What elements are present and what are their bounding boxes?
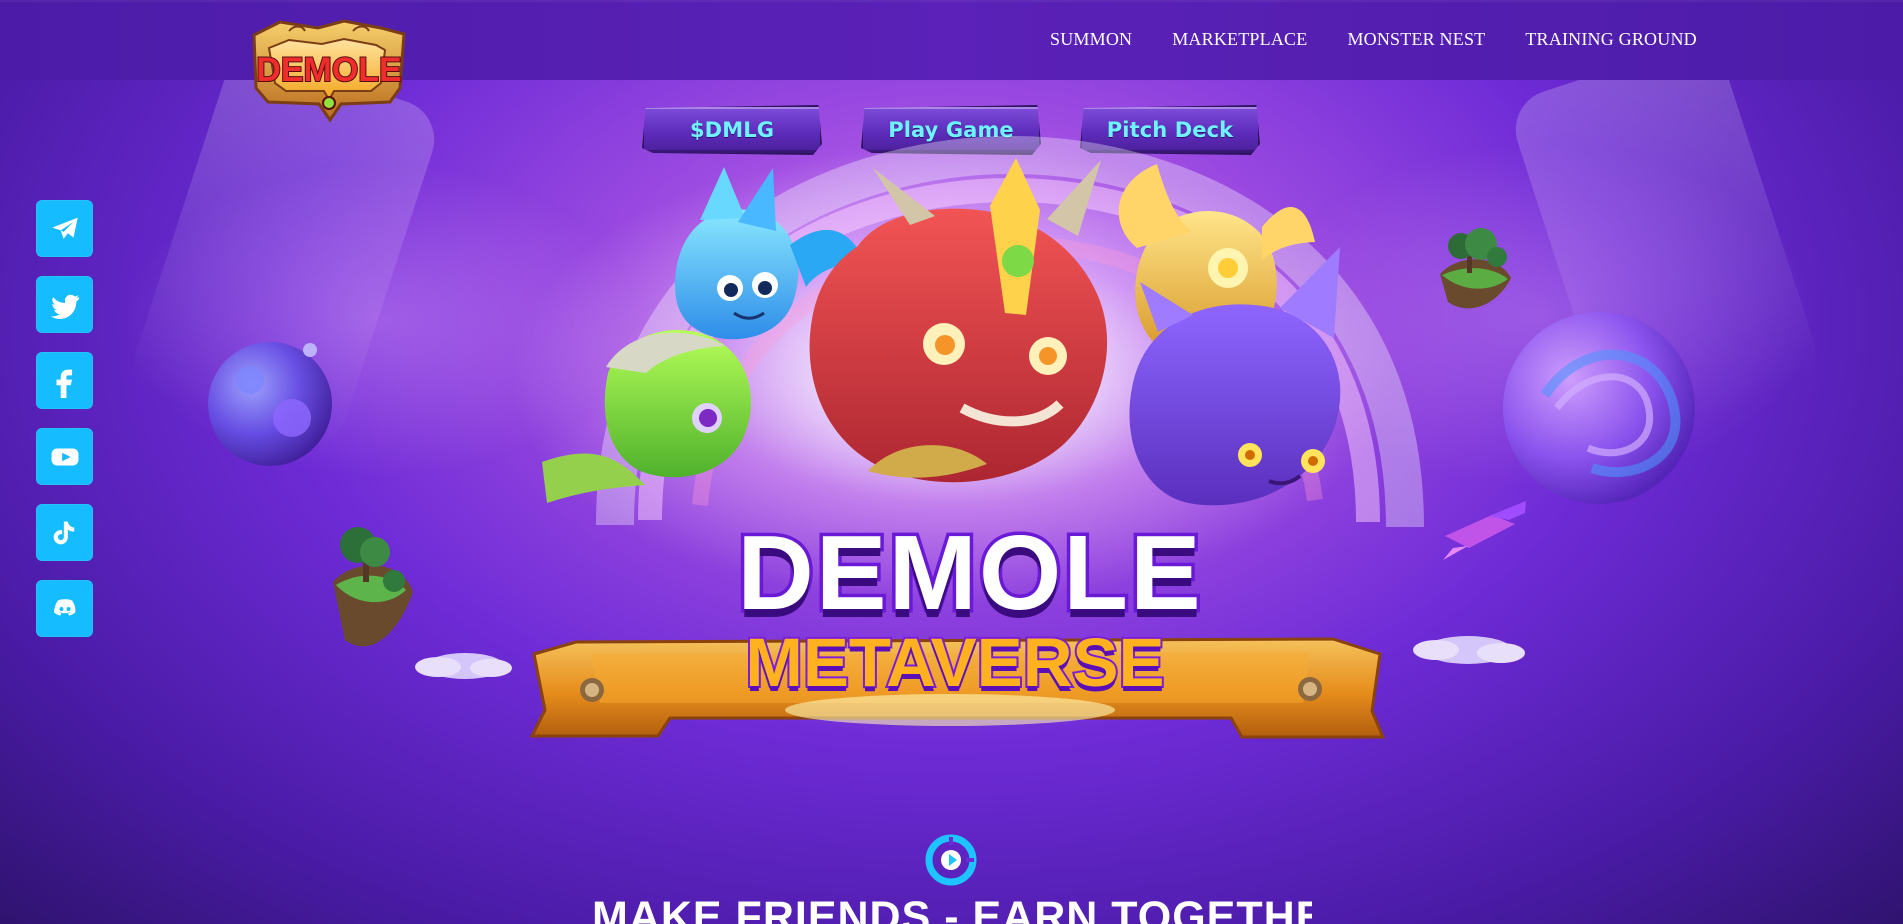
hero-subtitle: METAVERSE xyxy=(743,624,1166,701)
hero-artwork xyxy=(208,135,1695,739)
video-play-button[interactable] xyxy=(925,834,977,886)
hero-scene: DEMOLE METAVERSE MAKE FRIENDS - EARN TOG… xyxy=(0,0,1903,924)
section-heading: MAKE FRIENDS - EARN TOGETHER xyxy=(592,893,1312,924)
hero-title: DEMOLE xyxy=(734,514,1204,632)
spaceship xyxy=(1443,501,1526,560)
